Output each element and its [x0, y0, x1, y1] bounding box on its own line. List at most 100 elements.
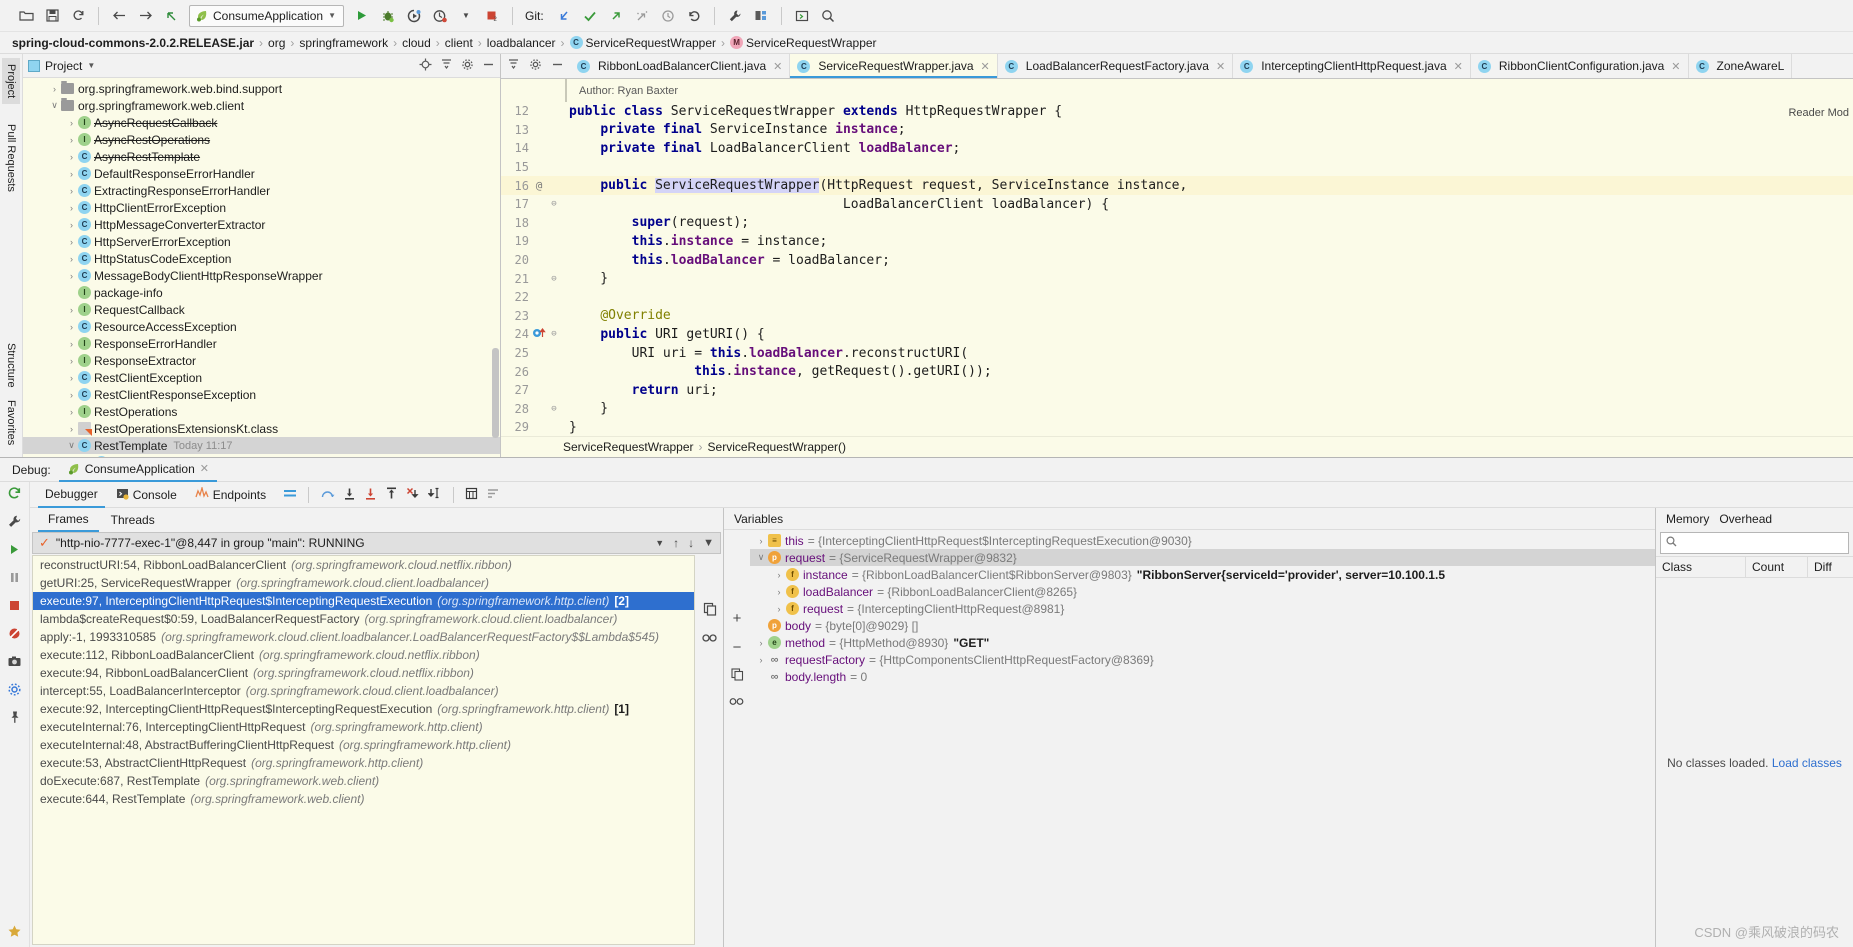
breadcrumb-item[interactable]: loadbalancer: [487, 36, 556, 50]
project-structure-icon[interactable]: [749, 4, 773, 28]
remove-watch-icon[interactable]: −: [733, 639, 742, 656]
tab-endpoints[interactable]: Endpoints: [188, 482, 273, 508]
breadcrumb-item[interactable]: cloud: [402, 36, 431, 50]
editor-tab[interactable]: C RibbonClientConfiguration.java ✕: [1470, 54, 1689, 78]
sync-icon[interactable]: [66, 4, 90, 28]
close-icon[interactable]: ✕: [773, 60, 782, 73]
rerun-icon[interactable]: [7, 486, 22, 503]
tree-node[interactable]: › org.springframework.web.bind.support: [23, 80, 500, 97]
tree-node[interactable]: › I ResponseErrorHandler: [23, 335, 500, 352]
sidebar-item-pull-requests[interactable]: Pull Requests: [2, 118, 20, 198]
tree-node[interactable]: › C MessageBodyClientHttpResponseWrapper: [23, 267, 500, 284]
breadcrumb-item[interactable]: C ServiceRequestWrapper: [569, 36, 716, 50]
overriding-method-gutter-icon[interactable]: [531, 326, 547, 343]
close-icon[interactable]: ✕: [1454, 60, 1463, 73]
git-update-icon[interactable]: [552, 4, 576, 28]
close-icon[interactable]: ✕: [1671, 60, 1680, 73]
chevron-right-icon[interactable]: ›: [754, 536, 768, 546]
debug-button[interactable]: [376, 4, 400, 28]
code-line[interactable]: 17 ⊖ LoadBalancerClient loadBalancer) {: [501, 195, 1853, 214]
gear-icon[interactable]: [461, 58, 474, 74]
tree-node[interactable]: Ipackage-info: [23, 284, 500, 301]
git-push-icon[interactable]: [604, 4, 628, 28]
stack-frame-row[interactable]: executeInternal:76, InterceptingClientHt…: [33, 718, 694, 736]
mute-breakpoints-icon[interactable]: [7, 626, 22, 643]
filter-icon[interactable]: ▼: [703, 537, 714, 549]
evaluate-expression-icon[interactable]: [465, 487, 478, 502]
code-line[interactable]: 15: [501, 158, 1853, 177]
breadcrumb-item[interactable]: springframework: [299, 36, 388, 50]
close-icon[interactable]: ✕: [200, 462, 209, 475]
code-line[interactable]: 12 public class ServiceRequestWrapper ext…: [501, 102, 1853, 121]
sidebar-item-structure[interactable]: Structure: [2, 337, 20, 394]
project-tree[interactable]: › org.springframework.web.bind.support ∨ or…: [23, 78, 500, 457]
tab-frames[interactable]: Frames: [38, 508, 99, 532]
chevron-down-icon[interactable]: ▼: [655, 538, 664, 548]
chevron-right-icon[interactable]: ›: [65, 118, 78, 128]
breadcrumb-item[interactable]: org: [268, 36, 285, 50]
tree-node[interactable]: ∨ org.springframework.web.client: [23, 97, 500, 114]
stack-frame-row[interactable]: execute:112, RibbonLoadBalancerClient (or…: [33, 646, 694, 664]
link-icon[interactable]: [729, 696, 745, 710]
tree-node[interactable]: › C RestClientResponseException: [23, 386, 500, 403]
code-lines[interactable]: 12 public class ServiceRequestWrapper ext…: [501, 102, 1853, 437]
load-classes-link[interactable]: Load classes: [1772, 756, 1842, 770]
chevron-right-icon[interactable]: ›: [65, 407, 78, 417]
run-with-coverage-button[interactable]: [402, 4, 426, 28]
code-line[interactable]: 21 ⊖ }: [501, 269, 1853, 288]
tree-node[interactable]: › C AsyncRestTemplate: [23, 148, 500, 165]
stack-frame-row[interactable]: execute:92, InterceptingClientHttpReques…: [33, 700, 694, 718]
tab-console[interactable]: Console: [109, 482, 184, 508]
tree-node[interactable]: › I ResponseExtractor: [23, 352, 500, 369]
chevron-right-icon[interactable]: ›: [65, 135, 78, 145]
breadcrumb-item[interactable]: client: [445, 36, 473, 50]
code-line[interactable]: 16 @ public ServiceRequestWrapper(HttpReq…: [501, 176, 1853, 195]
hide-panel-icon[interactable]: [482, 58, 495, 74]
editor-tab[interactable]: C ZoneAwareL: [1688, 54, 1793, 78]
chevron-right-icon[interactable]: ›: [754, 655, 768, 665]
camera-icon[interactable]: [7, 654, 22, 671]
pin-icon[interactable]: [7, 710, 22, 727]
code-line[interactable]: 29}: [501, 418, 1853, 437]
chevron-right-icon[interactable]: ›: [65, 203, 78, 213]
code-fold-icon[interactable]: ⊖: [547, 274, 561, 284]
layout-icon[interactable]: [283, 487, 297, 502]
chevron-right-icon[interactable]: ›: [772, 570, 786, 580]
chevron-right-icon[interactable]: ›: [754, 638, 768, 648]
stack-frame-row[interactable]: intercept:55, LoadBalancerInterceptor (or…: [33, 682, 694, 700]
chevron-right-icon[interactable]: ›: [65, 322, 78, 332]
chevron-down-icon[interactable]: ∨: [754, 552, 768, 563]
settings-wrench-icon[interactable]: [723, 4, 747, 28]
code-line[interactable]: 24 ⊖ public URI getURI() {: [501, 325, 1853, 344]
memory-search-input[interactable]: [1682, 537, 1843, 549]
code-fold-icon[interactable]: ⊖: [547, 199, 561, 209]
step-into-icon[interactable]: [343, 487, 356, 502]
chevron-right-icon[interactable]: ›: [65, 424, 78, 434]
git-revert-icon[interactable]: [682, 4, 706, 28]
stack-frame-row[interactable]: execute:53, AbstractClientHttpRequest (or…: [33, 754, 694, 772]
profile-button[interactable]: [428, 4, 452, 28]
variable-row[interactable]: p body = {byte[0]@9029} []: [750, 617, 1655, 634]
tree-node[interactable]: › C ExtractingResponseErrorHandler: [23, 182, 500, 199]
settings-wrench-icon[interactable]: [7, 514, 22, 531]
tree-node[interactable]: › C DefaultResponseErrorHandler: [23, 165, 500, 182]
code-line[interactable]: 19 this.instance = instance;: [501, 232, 1853, 251]
tab-overhead[interactable]: Overhead: [1719, 512, 1772, 526]
project-title[interactable]: Project ▼: [28, 59, 95, 73]
git-branch-icon[interactable]: [630, 4, 654, 28]
chevron-right-icon[interactable]: ›: [65, 373, 78, 383]
tab-debugger[interactable]: Debugger: [38, 482, 105, 508]
run-button[interactable]: [350, 4, 374, 28]
navigate-back-icon[interactable]: [107, 4, 131, 28]
close-icon[interactable]: ✕: [1216, 60, 1225, 73]
stack-frame-row[interactable]: doExecute:687, RestTemplate (org.springfr…: [33, 772, 694, 790]
code-breadcrumb-item[interactable]: ServiceRequestWrapper(): [708, 440, 847, 454]
tree-scrollbar[interactable]: [492, 348, 499, 438]
frame-up-icon[interactable]: ↑: [673, 536, 679, 550]
run-to-cursor-icon[interactable]: [427, 487, 442, 502]
chevron-right-icon[interactable]: ›: [65, 220, 78, 230]
sidebar-item-favorites[interactable]: Favorites: [2, 394, 20, 451]
breadcrumb-item[interactable]: M ServiceRequestWrapper: [730, 36, 877, 50]
stack-frame-row[interactable]: apply:-1, 1993310585 (org.springframework…: [33, 628, 694, 646]
chevron-right-icon[interactable]: ›: [65, 390, 78, 400]
